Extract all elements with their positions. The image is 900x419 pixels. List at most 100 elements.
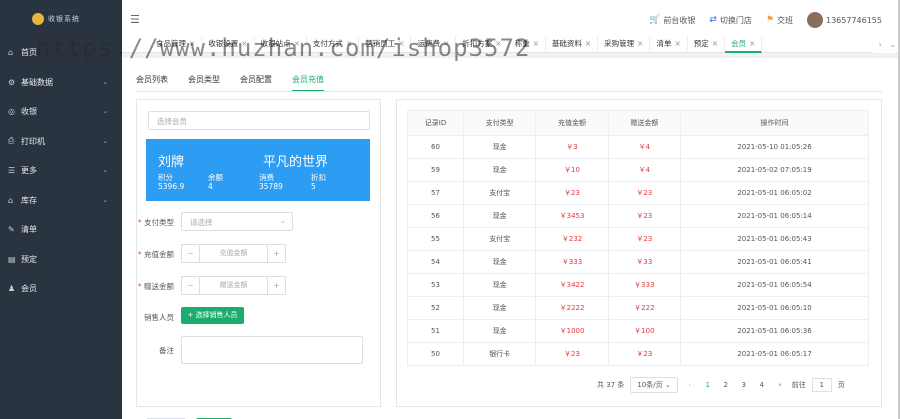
close-icon[interactable]: × <box>749 39 755 48</box>
tab-label: 收银设置 <box>208 38 239 48</box>
tab-item[interactable]: 折扣方案 × <box>456 35 509 53</box>
page-number-button[interactable]: 1 <box>702 381 714 389</box>
table-cell: 支付宝 <box>463 227 537 251</box>
column-header: 赠送金额 <box>607 110 682 136</box>
sidebar-item-label: 收银 <box>21 107 37 117</box>
column-header: 支付类型 <box>463 110 537 136</box>
sidebar-item[interactable]: ♟ 会员 <box>0 274 122 304</box>
sidebar-item-label: 打印机 <box>21 136 45 146</box>
sidebar-item[interactable]: ⌂ 库存 ⌄ <box>0 186 122 216</box>
close-icon[interactable]: × <box>533 39 539 48</box>
amount-stepper[interactable]: − 充值金额 + <box>181 244 286 263</box>
prev-page-button[interactable]: ‹ <box>684 381 696 389</box>
select-sales-button[interactable]: + 选择销售人员 <box>181 307 244 324</box>
subtab-item[interactable]: 会员类型 <box>188 74 220 92</box>
tab-dropdown-icon[interactable]: ⌄ <box>890 40 896 49</box>
tab-item[interactable]: 称重 × <box>509 35 546 53</box>
sidebar-item-label: 首页 <box>21 48 37 58</box>
menu-toggle-icon[interactable]: ☰ <box>130 13 140 26</box>
sidebar-item[interactable]: ▤ 预定 <box>0 245 122 275</box>
pay-type-select[interactable]: 请选择 ⌄ <box>181 212 293 231</box>
plus-button[interactable]: + <box>267 245 285 262</box>
switch-store-link[interactable]: ⇄ 切换门店 <box>709 15 752 26</box>
close-icon[interactable]: × <box>241 39 247 48</box>
subtab-item[interactable]: 会员配置 <box>240 74 272 92</box>
tab-item[interactable]: 会员 × <box>725 35 763 53</box>
sidebar-item[interactable]: ✎ 清单 <box>0 215 122 245</box>
tab-item[interactable]: 营销员工 × <box>359 35 412 53</box>
sidebar-item[interactable]: ⚙ 基础数据 ⌄ <box>0 68 122 98</box>
close-icon[interactable]: × <box>294 39 300 48</box>
tab-scroll-right-icon[interactable]: › <box>879 40 882 49</box>
note-textarea[interactable] <box>181 336 363 364</box>
next-page-button[interactable]: › <box>774 381 786 389</box>
tab-label: 预定 <box>693 38 709 48</box>
table-cell: 2021-05-01 06:05:17 <box>680 342 869 366</box>
table-cell: ￥333 <box>607 273 682 297</box>
subtab-item[interactable]: 会员列表 <box>136 74 168 92</box>
tab-label: 折扣方案 <box>462 38 493 48</box>
close-icon[interactable]: × <box>585 39 591 48</box>
points-value: 5396.9 <box>158 182 185 191</box>
minus-button[interactable]: − <box>182 245 200 262</box>
shift-link[interactable]: ⚑ 交班 <box>766 15 793 26</box>
tab-item[interactable]: 收银设置 × <box>202 35 255 53</box>
close-icon[interactable]: × <box>346 39 352 48</box>
close-icon[interactable]: × <box>189 39 195 48</box>
amount-input[interactable]: 充值金额 <box>200 245 267 262</box>
sidebar-item[interactable]: ◎ 收银 ⌄ <box>0 97 122 127</box>
page-size-select[interactable]: 10条/页 ⌄ <box>630 377 678 393</box>
table-cell: 2021-05-01 06:05:54 <box>680 273 869 297</box>
sales-row: 销售人员 + 选择销售人员 <box>137 307 382 327</box>
member-search-input[interactable]: 选择会员 <box>148 111 370 130</box>
user-menu[interactable]: 13657746155 <box>807 12 882 28</box>
main-content: 会员列表 会员类型 会员配置 会员充值 选择会员 刘牌 平凡的世界 积分 5396.9… <box>122 58 898 419</box>
sidebar-item-label: 会员 <box>21 284 37 294</box>
close-icon[interactable]: × <box>674 39 680 48</box>
sidebar-item[interactable]: ⎙ 打印机 ⌄ <box>0 127 122 157</box>
table-cell: 56 <box>406 204 465 228</box>
table-cell: ￥3 <box>535 135 609 159</box>
tab-item[interactable]: 收银站点 × <box>255 35 307 53</box>
table-cell: 2021-05-01 06:05:02 <box>680 181 869 205</box>
close-icon[interactable]: × <box>495 39 501 48</box>
table-cell: 现金 <box>463 296 537 320</box>
tab-item[interactable]: 支付方式 × <box>307 35 360 53</box>
column-header: 充值金额 <box>535 110 609 136</box>
gift-stepper[interactable]: − 赠送金额 + <box>181 276 286 295</box>
page-number-button[interactable]: 2 <box>720 381 732 389</box>
table-cell: ￥222 <box>607 296 682 320</box>
goto-input[interactable]: 1 <box>811 378 832 392</box>
sidebar-item[interactable]: ☰ 更多 ⌄ <box>0 156 122 186</box>
close-icon[interactable]: × <box>443 39 449 48</box>
chevron-down-icon: ⌄ <box>102 136 108 145</box>
table-cell: 51 <box>406 319 465 343</box>
table-cell: 60 <box>406 135 465 159</box>
table-row: 60 现金 ￥3 ￥4 2021-05-10 01:05:26 <box>406 135 869 159</box>
tab-item[interactable]: 清单 × <box>650 35 688 53</box>
sidebar-item-label: 更多 <box>21 166 37 176</box>
user-phone: 13657746155 <box>826 15 882 25</box>
tab-item[interactable]: 采购管理 × <box>598 35 651 53</box>
close-icon[interactable]: × <box>637 39 643 48</box>
page-number-button[interactable]: 4 <box>756 381 768 389</box>
tab-item[interactable]: 预定 × <box>688 35 726 53</box>
table-cell: 2021-05-01 06:05:14 <box>680 204 869 228</box>
subtab-item[interactable]: 会员充值 <box>292 74 324 92</box>
table-cell: 现金 <box>463 135 537 159</box>
tab-item[interactable]: 食品管理 × <box>150 35 203 53</box>
front-cash-link[interactable]: 🛒 前台收银 <box>649 15 695 26</box>
settings-icon: ⚙ <box>8 77 16 87</box>
page-number-button[interactable]: 3 <box>738 381 750 389</box>
sidebar-item[interactable]: ⌂ 首页 <box>0 38 122 68</box>
table-cell: 53 <box>406 273 465 297</box>
user-icon: ♟ <box>8 284 16 294</box>
minus-button[interactable]: − <box>182 277 200 294</box>
tab-item[interactable]: 基础资料 × <box>546 35 599 53</box>
gift-input[interactable]: 赠送金额 <box>200 277 267 294</box>
close-icon[interactable]: × <box>712 39 718 48</box>
plus-button[interactable]: + <box>267 277 285 294</box>
tab-label: 采购管理 <box>604 38 635 48</box>
tab-item[interactable]: 运费费 × <box>411 35 457 53</box>
close-icon[interactable]: × <box>398 39 404 48</box>
